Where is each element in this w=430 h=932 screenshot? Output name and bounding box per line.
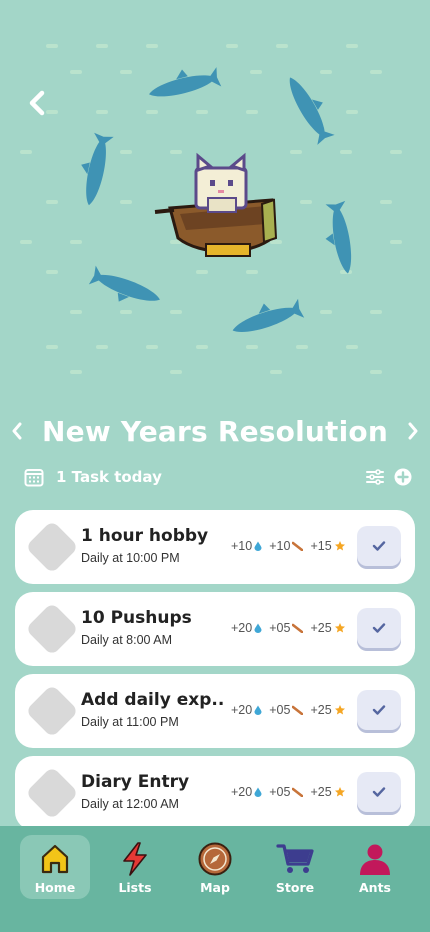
task-card[interactable]: Add daily exp.. Daily at 11:00 PM +20 +0… xyxy=(15,674,415,748)
complete-task-button[interactable] xyxy=(357,526,401,566)
task-name: Diary Entry xyxy=(81,772,190,792)
task-schedule: Daily at 12:00 AM xyxy=(81,797,179,811)
sliders-icon xyxy=(366,469,384,485)
wood-reward: +05 xyxy=(269,785,291,799)
star-reward: +25 xyxy=(310,785,332,799)
add-task-button[interactable] xyxy=(392,466,414,488)
lightning-icon xyxy=(123,842,147,876)
game-scene xyxy=(0,0,430,400)
checkmark-icon xyxy=(372,623,386,633)
shark-5 xyxy=(88,265,160,302)
task-rewards: +10 +10 +15 xyxy=(231,539,353,553)
star-icon xyxy=(334,623,345,633)
list-title-row: New Years Resolution xyxy=(0,408,430,454)
task-card[interactable]: Diary Entry Daily at 12:00 AM +20 +05 +2… xyxy=(15,756,415,830)
user-icon xyxy=(360,844,390,875)
water-drop-icon xyxy=(254,787,262,797)
water-drop-icon xyxy=(254,705,262,715)
chevron-left-icon xyxy=(29,90,45,116)
wood-reward: +05 xyxy=(269,703,291,717)
water-reward: +20 xyxy=(231,703,253,717)
complete-task-button[interactable] xyxy=(357,690,401,730)
task-status-marker xyxy=(25,520,79,574)
wood-stick-icon xyxy=(292,541,304,551)
filter-button[interactable] xyxy=(364,466,386,488)
nav-ants-label: Ants xyxy=(359,880,391,895)
water-reward: +20 xyxy=(231,621,253,635)
complete-task-button[interactable] xyxy=(357,772,401,812)
task-rewards: +20 +05 +25 xyxy=(231,785,353,799)
home-icon xyxy=(41,844,69,874)
back-button[interactable] xyxy=(22,88,52,118)
complete-task-button[interactable] xyxy=(357,608,401,648)
star-reward: +25 xyxy=(310,621,332,635)
calendar-icon xyxy=(24,469,44,487)
task-status-marker xyxy=(25,602,79,656)
nav-store[interactable]: Store xyxy=(260,835,330,899)
checkmark-icon xyxy=(372,705,386,715)
ocean-scene xyxy=(20,44,402,374)
nav-ants[interactable]: Ants xyxy=(340,835,410,899)
shark-6 xyxy=(232,298,305,332)
task-name: 1 hour hobby xyxy=(81,526,209,546)
checkmark-icon xyxy=(372,541,386,551)
water-reward: +20 xyxy=(231,785,253,799)
wood-stick-icon xyxy=(292,787,304,797)
wood-reward: +10 xyxy=(269,539,291,553)
task-rewards: +20 +05 +25 xyxy=(231,621,353,635)
nav-store-label: Store xyxy=(275,880,315,895)
compass-icon xyxy=(198,842,232,876)
water-reward: +10 xyxy=(231,539,253,553)
task-status-marker xyxy=(25,766,79,820)
task-schedule: Daily at 10:00 PM xyxy=(81,551,180,565)
task-count-label: 1 Task today xyxy=(56,468,162,486)
task-name: 10 Pushups xyxy=(81,608,192,628)
wood-reward: +05 xyxy=(269,621,291,635)
plus-circle-icon xyxy=(394,468,412,486)
checkmark-icon xyxy=(372,787,386,797)
task-schedule: Daily at 11:00 PM xyxy=(81,715,179,729)
chevron-right-icon xyxy=(408,422,418,440)
task-schedule: Daily at 8:00 AM xyxy=(81,633,173,647)
previous-list-button[interactable] xyxy=(0,411,34,451)
star-icon xyxy=(334,787,345,797)
next-list-button[interactable] xyxy=(396,411,430,451)
nav-map[interactable]: Map xyxy=(180,835,250,899)
task-card[interactable]: 10 Pushups Daily at 8:00 AM +20 +05 +25 xyxy=(15,592,415,666)
shopping-cart-icon xyxy=(276,844,314,873)
nav-lists-label: Lists xyxy=(118,880,152,895)
star-reward: +15 xyxy=(310,539,332,553)
nav-map-label: Map xyxy=(200,880,230,895)
nav-lists[interactable]: Lists xyxy=(100,835,170,899)
nav-home[interactable]: Home xyxy=(20,835,90,899)
wood-stick-icon xyxy=(292,705,304,715)
shark-3 xyxy=(81,132,114,206)
task-status-marker xyxy=(25,684,79,738)
star-reward: +25 xyxy=(310,703,332,717)
star-icon xyxy=(334,705,345,715)
shark-2 xyxy=(289,77,335,145)
task-summary-row: 1 Task today xyxy=(24,464,414,490)
task-name: Add daily exp.. xyxy=(81,690,225,710)
wood-stick-icon xyxy=(292,623,304,633)
chevron-left-icon xyxy=(12,422,22,440)
task-rewards: +20 +05 +25 xyxy=(231,703,353,717)
list-title: New Years Resolution xyxy=(42,414,388,448)
bottom-nav: Home Lists Map Store Ants xyxy=(0,826,430,932)
task-card[interactable]: 1 hour hobby Daily at 10:00 PM +10 +10 +… xyxy=(15,510,415,584)
shark-4 xyxy=(325,200,352,274)
nav-home-label: Home xyxy=(34,880,76,895)
water-drop-icon xyxy=(254,541,262,551)
star-icon xyxy=(334,541,345,551)
shark-1 xyxy=(149,67,222,97)
water-drop-icon xyxy=(254,623,262,633)
